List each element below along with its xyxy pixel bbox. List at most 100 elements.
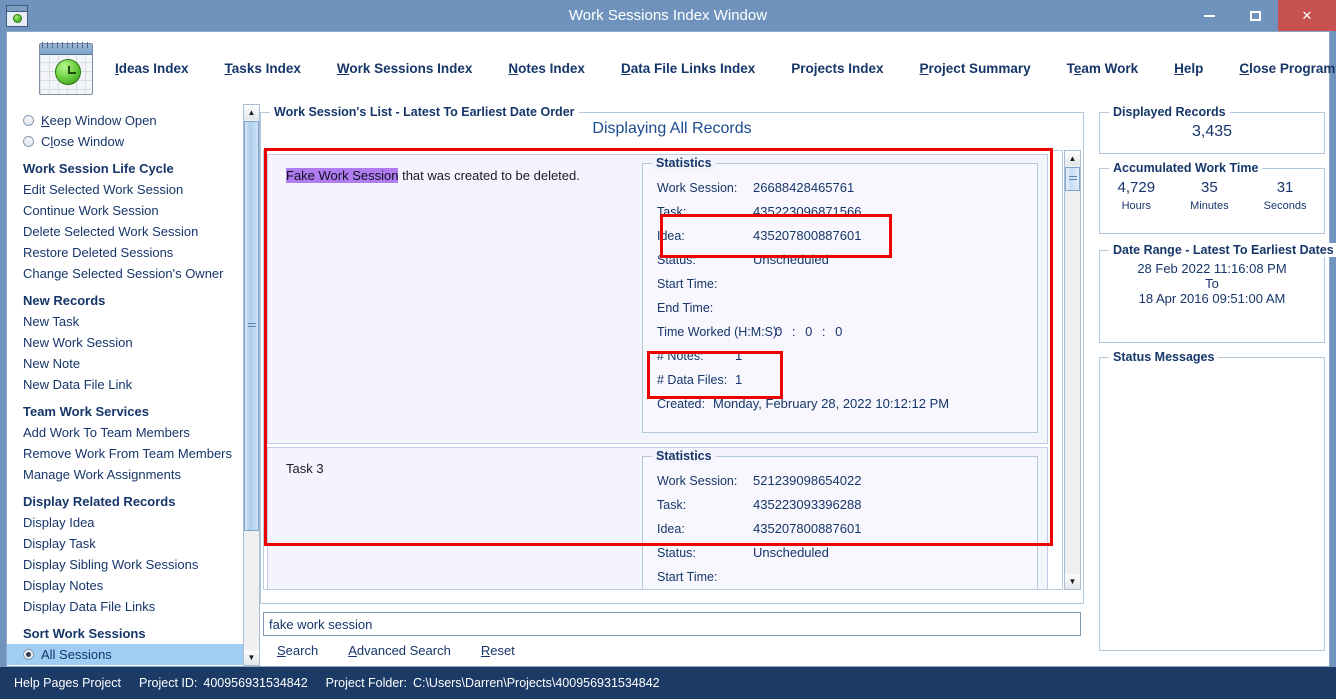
nav-item-project-summary[interactable]: Project Summary — [920, 61, 1031, 76]
stat-value: 1 — [735, 348, 743, 363]
sidebar-item-display-notes[interactable]: Display Notes — [7, 575, 243, 596]
sidebar-scrollbar-thumb[interactable] — [244, 121, 259, 531]
navigation-bar: Ideas Index Tasks Index Work Sessions In… — [7, 32, 1335, 105]
stat-label: End Time: — [657, 301, 714, 315]
scroll-up-arrow-icon[interactable]: ▲ — [1065, 151, 1080, 166]
radio-icon — [23, 115, 34, 126]
sidebar-list: Keep Window Open Close Window Work Sessi… — [7, 104, 243, 666]
sidebar-item-add-work-to-team-members[interactable]: Add Work To Team Members — [7, 422, 243, 443]
sidebar-item-remove-work-from-team-members[interactable]: Remove Work From Team Members — [7, 443, 243, 464]
record-row[interactable]: Task 3 Statistics Work Session: 52123909… — [267, 447, 1048, 589]
stat-start-time: Start Time: — [643, 566, 1037, 589]
stat-label: Time Worked (H:M:S): — [657, 325, 781, 339]
title-bar: Work Sessions Index Window ✕ — [0, 0, 1336, 31]
stat-value: Monday, February 28, 2022 10:12:12 PM — [713, 396, 950, 411]
sidebar-item-new-data-file-link[interactable]: New Data File Link — [7, 374, 243, 395]
sidebar-heading-work-session-life-cycle: Work Session Life Cycle — [23, 161, 174, 176]
nav-item-help[interactable]: Help — [1174, 61, 1203, 76]
sidebar-radio-close-window[interactable]: Close Window — [7, 131, 243, 152]
stat-value: 0 : 0 : 0 — [775, 324, 846, 339]
record-title: Task 3 — [286, 461, 324, 476]
sidebar-item-display-sibling-work-sessions[interactable]: Display Sibling Work Sessions — [7, 554, 243, 575]
sidebar-item-continue-work-session[interactable]: Continue Work Session — [7, 200, 243, 221]
sidebar-scrollbar[interactable]: ▲ ▼ — [243, 104, 260, 666]
sidebar-sort-option-all-sessions[interactable]: All Sessions — [7, 644, 243, 665]
nav-item-ideas-index[interactable]: Ideas Index — [115, 61, 189, 76]
stat-label: # Notes: — [657, 349, 704, 363]
search-input[interactable] — [263, 612, 1081, 636]
work-sessions-list-legend: Work Session's List - Latest To Earliest… — [270, 105, 579, 119]
minimize-button[interactable] — [1186, 0, 1232, 31]
records-scrollbar-thumb[interactable] — [1065, 167, 1080, 191]
radio-icon — [23, 136, 34, 147]
body-region: Keep Window Open Close Window Work Sessi… — [7, 104, 1336, 666]
stat-label: Start Time: — [657, 570, 718, 584]
stat-time-worked: Time Worked (H:M:S): 0 : 0 : 0 — [643, 321, 1037, 345]
records-scrollbar[interactable]: ▲ ▼ — [1064, 150, 1081, 590]
nav-item-notes-index[interactable]: Notes Index — [508, 61, 585, 76]
sidebar-item-display-data-file-links[interactable]: Display Data File Links — [7, 596, 243, 617]
status-project-id: 400956931534842 — [203, 676, 308, 690]
hours-unit: Hours — [1121, 200, 1151, 212]
hours-column: 4,729 Hours — [1118, 179, 1156, 212]
stat-label: Start Time: — [657, 277, 718, 291]
nav-item-data-file-links-index[interactable]: Data File Links Index — [621, 61, 755, 76]
record-title-rest: Task 3 — [286, 461, 324, 476]
nav-item-close-program[interactable]: Close Program — [1239, 61, 1335, 76]
sidebar-sort-option-label: All Sessions — [41, 647, 112, 662]
sidebar-heading-sort-work-sessions: Sort Work Sessions — [23, 626, 146, 641]
status-bar: Help Pages Project Project ID: 400956931… — [0, 667, 1336, 699]
seconds-value: 31 — [1276, 179, 1294, 196]
nav-item-work-sessions-index[interactable]: Work Sessions Index — [337, 61, 473, 76]
stat-label: Idea: — [657, 229, 685, 243]
records-list[interactable]: Fake Work Session that was created to be… — [263, 150, 1063, 590]
sidebar-item-display-idea[interactable]: Display Idea — [7, 512, 243, 533]
stat-label: Status: — [657, 253, 696, 267]
stat-work-session: Work Session: 26688428465761 — [643, 177, 1037, 201]
record-title: Fake Work Session that was created to be… — [286, 168, 580, 183]
nav-item-team-work[interactable]: Team Work — [1067, 61, 1139, 76]
sidebar-item-new-task[interactable]: New Task — [7, 311, 243, 332]
seconds-column: 31 Seconds — [1264, 179, 1307, 212]
displaying-label: Displaying All Records — [592, 120, 752, 137]
maximize-button[interactable] — [1232, 0, 1278, 31]
reset-button[interactable]: Reset — [481, 643, 515, 658]
window-title: Work Sessions Index Window — [568, 7, 768, 24]
stat-label: Task: — [657, 498, 687, 512]
sidebar-item-change-selected-sessions-owner[interactable]: Change Selected Session's Owner — [7, 263, 243, 284]
nav-item-projects-index[interactable]: Projects Index — [791, 61, 883, 76]
sidebar-heading-display-related-records: Display Related Records — [23, 494, 176, 509]
date-range-to-label: To — [1205, 276, 1219, 291]
sidebar-item-edit-selected-work-session[interactable]: Edit Selected Work Session — [7, 179, 243, 200]
sidebar-item-display-task[interactable]: Display Task — [7, 533, 243, 554]
sidebar-item-new-note[interactable]: New Note — [7, 353, 243, 374]
stat-value: 435223096871566 — [753, 204, 862, 219]
window-controls: ✕ — [1186, 0, 1336, 31]
sidebar-item-manage-work-assignments[interactable]: Manage Work Assignments — [7, 464, 243, 485]
sidebar-radio-keep-window-open[interactable]: Keep Window Open — [7, 110, 243, 131]
scroll-down-arrow-icon[interactable]: ▼ — [1065, 574, 1080, 589]
center-panel: Work Session's List - Latest To Earliest… — [260, 104, 1088, 666]
stat-value: Unscheduled — [753, 545, 829, 560]
stat-label: # Data Files: — [657, 373, 728, 387]
stat-value: 435207800887601 — [753, 521, 862, 536]
record-row[interactable]: Fake Work Session that was created to be… — [267, 154, 1048, 444]
sidebar-item-restore-deleted-sessions[interactable]: Restore Deleted Sessions — [7, 242, 243, 263]
scroll-down-arrow-icon[interactable]: ▼ — [244, 650, 259, 665]
sidebar-item-new-work-session[interactable]: New Work Session — [7, 332, 243, 353]
displayed-records-value: 3,435 — [1191, 123, 1233, 140]
status-project-name: Help Pages Project — [14, 676, 122, 690]
sidebar-item-delete-selected-work-session[interactable]: Delete Selected Work Session — [7, 221, 243, 242]
stat-value: 435223093396288 — [753, 497, 862, 512]
displayed-records-legend: Displayed Records — [1109, 105, 1230, 119]
search-button[interactable]: Search — [277, 643, 318, 658]
sidebar-sort-option-partial[interactable] — [7, 665, 243, 666]
statistics-legend: Statistics — [652, 156, 716, 170]
scroll-up-arrow-icon[interactable]: ▲ — [244, 105, 259, 120]
minutes-column: 35 Minutes — [1190, 179, 1229, 212]
stat-value: Unscheduled — [753, 252, 829, 267]
application-window: Work Sessions Index Window ✕ Ideas Index… — [0, 0, 1336, 699]
advanced-search-button[interactable]: Advanced Search — [348, 643, 451, 658]
close-button[interactable]: ✕ — [1278, 0, 1336, 31]
nav-item-tasks-index[interactable]: Tasks Index — [225, 61, 301, 76]
